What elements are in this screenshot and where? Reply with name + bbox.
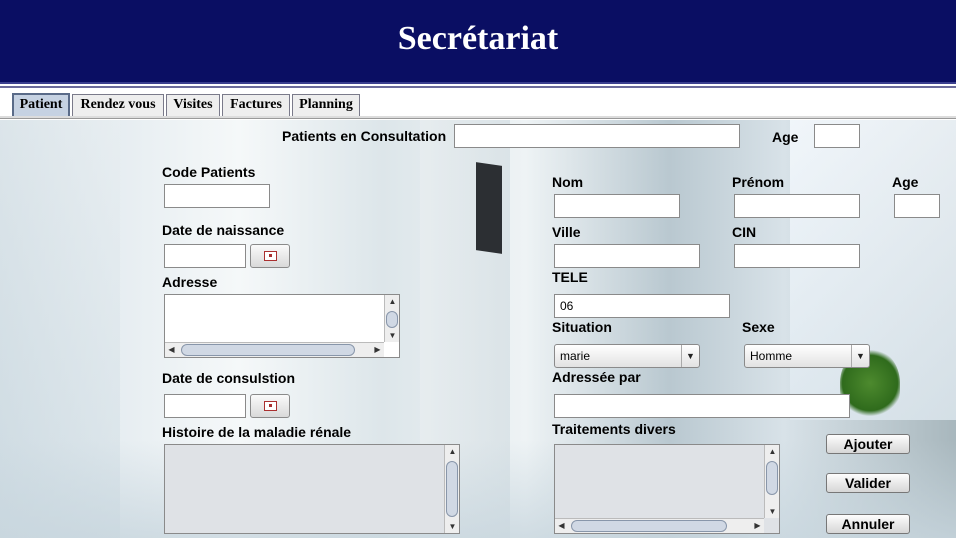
adresse-horizontal-scrollbar[interactable]: ◀ ▶ (165, 342, 384, 357)
scroll-thumb[interactable] (446, 461, 458, 517)
age-field[interactable] (894, 194, 940, 218)
page-title: Secrétariat (397, 20, 559, 57)
scroll-right-icon[interactable]: ▶ (371, 343, 384, 356)
nom-field[interactable] (554, 194, 680, 218)
age-label: Age (892, 174, 919, 190)
traitements-textarea[interactable]: ▲ ▼ ◀ ▶ (554, 444, 780, 534)
calendar-icon (264, 251, 277, 261)
ajouter-button[interactable]: Ajouter (826, 434, 910, 454)
adressee-field[interactable] (554, 394, 850, 418)
date-naissance-label: Date de naissance (162, 222, 285, 238)
background-floor (0, 440, 956, 538)
annuler-button[interactable]: Annuler (826, 514, 910, 534)
traitements-horizontal-scrollbar[interactable]: ◀ ▶ (555, 518, 764, 533)
tab-divider (0, 116, 956, 119)
valider-button[interactable]: Valider (826, 473, 910, 493)
tele-field[interactable]: 06 (554, 294, 730, 318)
consultation-label: Patients en Consultation (282, 128, 447, 144)
patient-panel: Patients en Consultation Age Code Patien… (0, 120, 956, 538)
code-patients-field[interactable] (164, 184, 270, 208)
background-tv (476, 162, 502, 254)
date-naissance-field[interactable] (164, 244, 246, 268)
cin-label: CIN (732, 224, 757, 240)
scroll-thumb[interactable] (571, 520, 727, 532)
tab-factures[interactable]: Factures (222, 94, 290, 116)
tab-bar: Patient Rendez vous Visites Factures Pla… (0, 86, 956, 120)
tab-patient[interactable]: Patient (12, 93, 70, 117)
histoire-label: Histoire de la maladie rénale (162, 424, 352, 440)
tab-planning[interactable]: Planning (292, 94, 360, 116)
scroll-down-icon[interactable]: ▼ (766, 505, 779, 518)
date-naissance-calendar-button[interactable] (250, 244, 290, 268)
adresse-vertical-scrollbar[interactable]: ▲ ▼ (384, 295, 399, 342)
age-top-field[interactable] (814, 124, 860, 148)
situation-label: Situation (552, 319, 612, 335)
consultation-field[interactable] (454, 124, 740, 148)
app-header: Secrétariat (0, 0, 956, 84)
chevron-down-icon[interactable]: ▼ (851, 345, 869, 367)
situation-value: marie (560, 349, 591, 363)
adresse-textarea[interactable]: ▲ ▼ ◀ ▶ (164, 294, 400, 358)
scroll-right-icon[interactable]: ▶ (751, 519, 764, 532)
sexe-label: Sexe (742, 319, 775, 335)
scroll-left-icon[interactable]: ◀ (165, 343, 178, 356)
tab-rendez-vous[interactable]: Rendez vous (72, 94, 164, 116)
tele-label: TELE (552, 269, 588, 285)
adresse-label: Adresse (162, 274, 218, 290)
ville-field[interactable] (554, 244, 700, 268)
date-consultation-field[interactable] (164, 394, 246, 418)
situation-select[interactable]: marie ▼ (554, 344, 700, 368)
traitements-vertical-scrollbar[interactable]: ▲ ▼ (764, 445, 779, 518)
sexe-select[interactable]: Homme ▼ (744, 344, 870, 368)
calendar-icon (264, 401, 277, 411)
scroll-thumb[interactable] (386, 311, 398, 328)
date-consultation-calendar-button[interactable] (250, 394, 290, 418)
scroll-down-icon[interactable]: ▼ (386, 329, 399, 342)
histoire-textarea[interactable]: ▲ ▼ (164, 444, 460, 534)
sexe-value: Homme (750, 349, 793, 363)
scroll-left-icon[interactable]: ◀ (555, 519, 568, 532)
adressee-label: Adressée par (552, 369, 641, 385)
prenom-label: Prénom (732, 174, 785, 190)
scroll-up-icon[interactable]: ▲ (446, 445, 459, 458)
histoire-vertical-scrollbar[interactable]: ▲ ▼ (444, 445, 459, 533)
prenom-field[interactable] (734, 194, 860, 218)
cin-field[interactable] (734, 244, 860, 268)
tab-visites[interactable]: Visites (166, 94, 220, 116)
nom-label: Nom (552, 174, 584, 190)
code-patients-label: Code Patients (162, 164, 256, 180)
scroll-thumb[interactable] (766, 461, 778, 495)
traitements-label: Traitements divers (552, 421, 676, 437)
background-door (0, 120, 120, 538)
scroll-thumb[interactable] (181, 344, 355, 356)
scroll-down-icon[interactable]: ▼ (446, 520, 459, 533)
scroll-up-icon[interactable]: ▲ (766, 445, 779, 458)
age-top-label: Age (772, 129, 799, 145)
scroll-up-icon[interactable]: ▲ (386, 295, 399, 308)
ville-label: Ville (552, 224, 581, 240)
chevron-down-icon[interactable]: ▼ (681, 345, 699, 367)
date-consultation-label: Date de consulstion (162, 370, 296, 386)
background-window (790, 120, 956, 420)
